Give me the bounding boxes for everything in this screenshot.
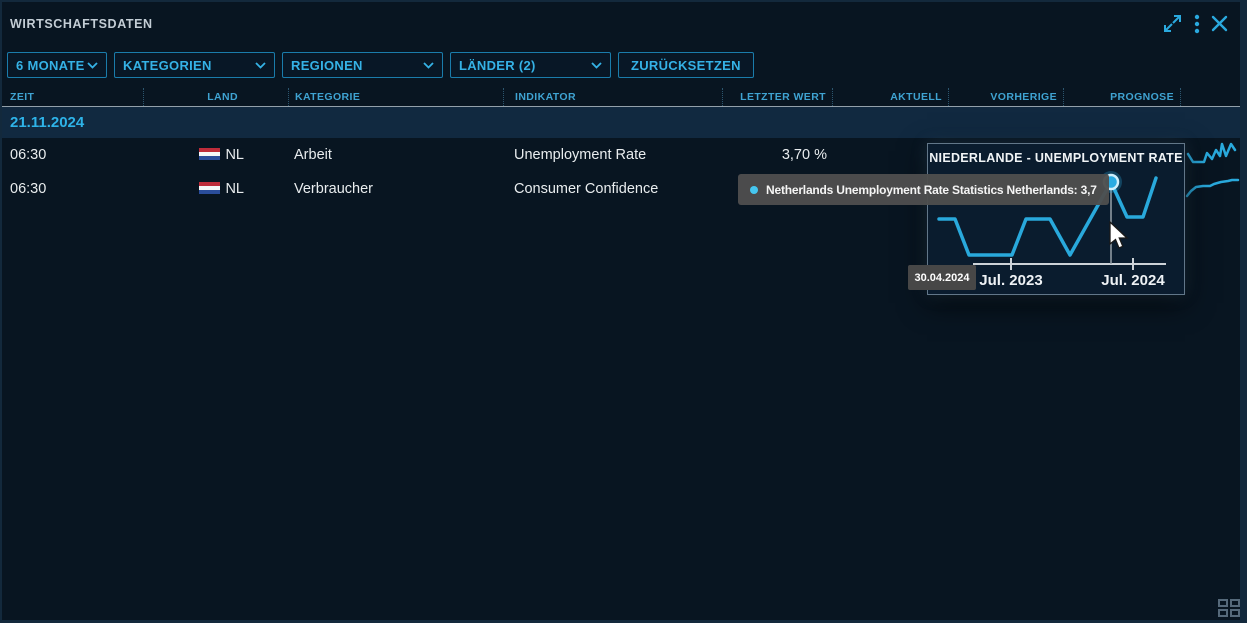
- cell-time: 06:30: [2, 147, 143, 163]
- mouse-cursor-icon: [1108, 221, 1130, 251]
- economic-data-widget: WIRTSCHAFTSDATEN 6 MONATE KATEGORIEN: [2, 2, 1240, 620]
- nl-flag-icon: [199, 182, 220, 194]
- categories-dropdown-value: KATEGORIEN: [123, 58, 212, 73]
- reset-button[interactable]: ZURÜCKSETZEN: [618, 52, 754, 78]
- col-header-indikator[interactable]: INDIKATOR: [503, 88, 722, 106]
- date-group-row: 21.11.2024: [2, 107, 1240, 138]
- chevron-down-icon: [423, 62, 434, 69]
- x-axis-tick-label: Jul. 2024: [1101, 272, 1164, 289]
- nl-flag-icon: [199, 148, 220, 160]
- chart-hover-tooltip: Netherlands Unemployment Rate Statistics…: [738, 174, 1109, 205]
- filterbar: 6 MONATE KATEGORIEN REGIONEN LÄNDER (2) …: [7, 52, 754, 78]
- regions-dropdown[interactable]: REGIONEN: [282, 52, 443, 78]
- row-sparkline-chart[interactable]: [1185, 175, 1240, 203]
- countries-dropdown-value: LÄNDER (2): [459, 58, 536, 73]
- cell-last-value: 3,70 %: [722, 147, 832, 163]
- crosshair-date-label: 30.04.2024: [908, 265, 976, 290]
- window-frame: WIRTSCHAFTSDATEN 6 MONATE KATEGORIEN: [0, 0, 1247, 623]
- date-group-label: 21.11.2024: [10, 114, 84, 131]
- x-axis-tick-label: Jul. 2023: [979, 272, 1042, 289]
- cell-time: 06:30: [2, 181, 143, 197]
- col-header-letzter-wert[interactable]: LETZTER WERT: [722, 88, 832, 106]
- col-header-zeit[interactable]: ZEIT: [2, 88, 143, 106]
- country-code: NL: [225, 147, 244, 163]
- kebab-menu-icon[interactable]: [1194, 14, 1200, 34]
- row-sparkline-chart[interactable]: [1185, 141, 1240, 169]
- tooltip-text: Netherlands Unemployment Rate Statistics…: [766, 183, 1097, 197]
- cell-category: Verbraucher: [288, 181, 503, 197]
- series-bullet-icon: [750, 186, 758, 194]
- table-header: ZEIT LAND KATEGORIE INDIKATOR LETZTER WE…: [2, 88, 1240, 107]
- titlebar: WIRTSCHAFTSDATEN: [2, 2, 1240, 50]
- period-dropdown[interactable]: 6 MONATE: [7, 52, 107, 78]
- col-header-prognose[interactable]: PROGNOSE: [1063, 88, 1180, 106]
- period-dropdown-value: 6 MONATE: [16, 58, 85, 73]
- chevron-down-icon: [255, 62, 266, 69]
- close-icon[interactable]: [1211, 15, 1228, 32]
- grid-view-icon[interactable]: [1218, 599, 1240, 618]
- col-header-aktuell[interactable]: AKTUELL: [832, 88, 948, 106]
- cell-indicator: Unemployment Rate: [503, 147, 722, 163]
- cell-indicator: Consumer Confidence: [503, 181, 722, 197]
- regions-dropdown-value: REGIONEN: [291, 58, 363, 73]
- chevron-down-icon: [591, 62, 602, 69]
- col-header-land[interactable]: LAND: [143, 88, 288, 106]
- country-code: NL: [225, 181, 244, 197]
- col-header-kategorie[interactable]: KATEGORIE: [288, 88, 503, 106]
- countries-dropdown[interactable]: LÄNDER (2): [450, 52, 611, 78]
- cell-category: Arbeit: [288, 147, 503, 163]
- expand-icon[interactable]: [1162, 13, 1183, 34]
- widget-title: WIRTSCHAFTSDATEN: [10, 17, 153, 31]
- col-header-sparkline: [1180, 88, 1240, 106]
- chevron-down-icon: [87, 62, 98, 69]
- categories-dropdown[interactable]: KATEGORIEN: [114, 52, 275, 78]
- cell-country: NL: [143, 147, 288, 163]
- col-header-vorherige[interactable]: VORHERIGE: [948, 88, 1063, 106]
- cell-country: NL: [143, 181, 288, 197]
